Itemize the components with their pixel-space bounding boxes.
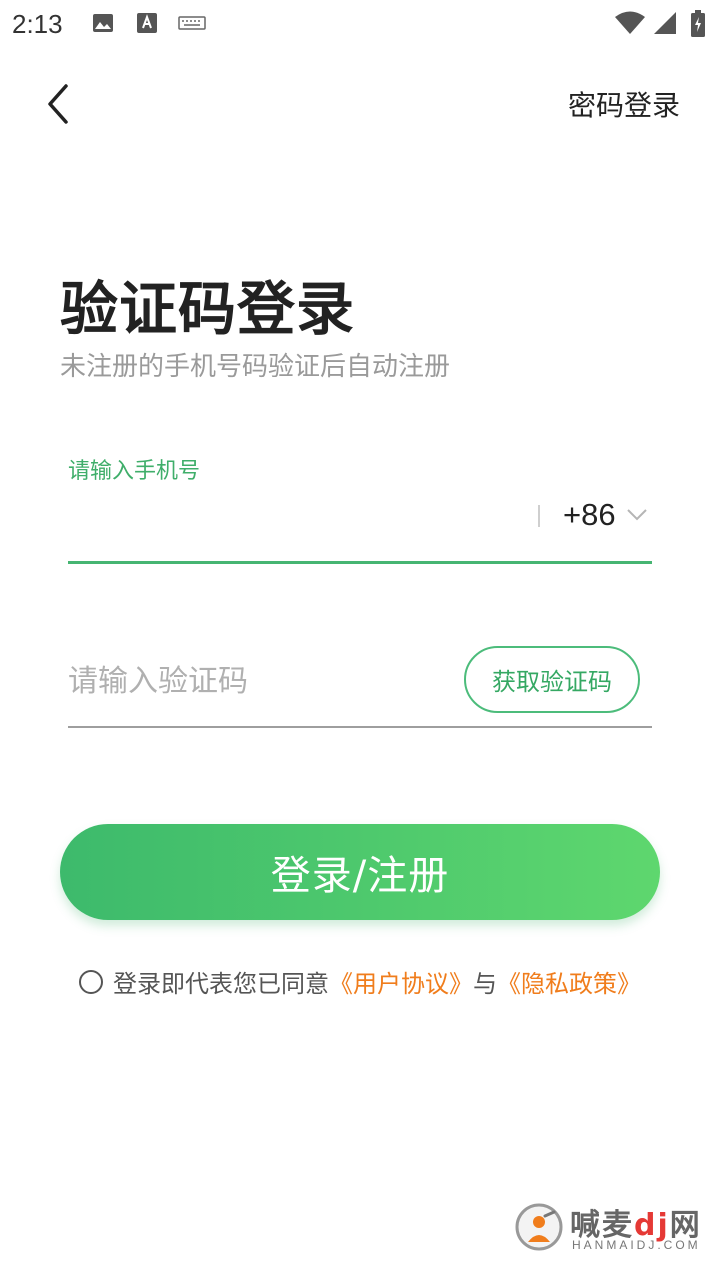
chevron-down-icon: [626, 508, 648, 522]
status-time: 2:13: [12, 9, 63, 39]
country-code-value: +86: [563, 497, 616, 532]
code-field-underline: [68, 726, 652, 728]
agreement-row: 登录即代表您已同意 《用户协议》 与 《隐私政策》: [79, 964, 641, 999]
agreement-prefix: 登录即代表您已同意: [113, 970, 329, 998]
watermark: 喊麦dj网 HANMAIDJ.COM: [514, 1200, 720, 1260]
get-code-button[interactable]: 获取验证码: [464, 646, 640, 713]
password-login-link[interactable]: 密码登录: [568, 84, 680, 124]
phone-field-underline: [68, 561, 652, 564]
page-title: 验证码登录: [60, 275, 356, 343]
font-icon: [136, 12, 158, 38]
back-button[interactable]: [34, 80, 82, 128]
wifi-icon: [614, 10, 646, 40]
login-register-button[interactable]: 登录/注册: [60, 824, 660, 920]
country-code-selector[interactable]: +86: [563, 497, 648, 533]
phone-divider: [538, 505, 540, 527]
phone-field-label: 请输入手机号: [68, 459, 201, 484]
verification-code-input[interactable]: [68, 650, 448, 714]
chevron-left-icon: [48, 84, 68, 124]
user-agreement-link[interactable]: 《用户协议》: [329, 964, 473, 999]
agreement-checkbox[interactable]: [79, 969, 103, 994]
status-bar: 2:13: [0, 0, 720, 50]
agreement-conjunction: 与: [473, 970, 497, 998]
page-subtitle: 未注册的手机号码验证后自动注册: [60, 352, 451, 382]
image-icon: [92, 12, 114, 38]
privacy-policy-link[interactable]: 《隐私政策》: [497, 964, 641, 999]
watermark-logo-icon: [515, 1203, 563, 1251]
phone-input[interactable]: [68, 492, 528, 550]
battery-charging-icon: [690, 10, 706, 42]
signal-icon: [652, 10, 678, 40]
watermark-domain: HANMAIDJ.COM: [572, 1238, 701, 1252]
keyboard-icon: [178, 12, 206, 38]
